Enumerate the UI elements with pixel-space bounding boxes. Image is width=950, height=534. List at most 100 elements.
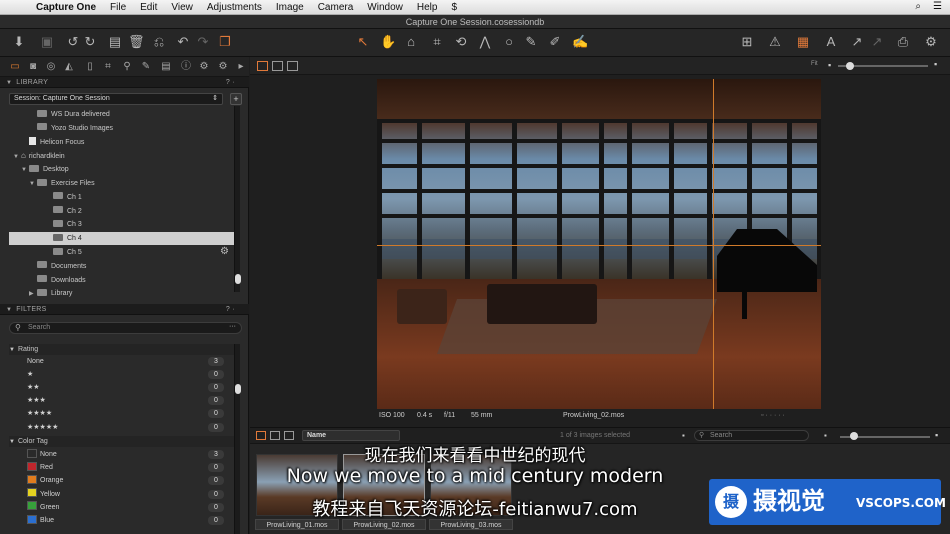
loupe-icon[interactable]: ⌂ <box>404 35 418 49</box>
import-icon[interactable]: ⬇ <box>12 35 26 49</box>
color-tag-filter-row[interactable]: Yellow 0 <box>27 488 227 501</box>
filters-scrollbar[interactable] <box>234 344 241 534</box>
rating-filter-row[interactable]: None 3 <box>27 355 227 368</box>
browser-list-icon[interactable] <box>270 431 280 440</box>
copy-adjustments-icon[interactable]: ❐ <box>218 35 232 49</box>
rating-filter-row[interactable]: ★★★ 0 <box>27 394 227 407</box>
thumb-size-knob[interactable] <box>850 432 858 440</box>
browser-search-input[interactable]: ⚲ Search <box>694 430 809 441</box>
brush-icon[interactable]: ✎ <box>524 35 538 49</box>
reset-icon[interactable]: ⎌ <box>152 35 166 49</box>
composition-tab-icon[interactable]: ⌗ <box>102 61 114 73</box>
rating-filter-row[interactable]: ★★★★★ 0 <box>27 421 227 434</box>
menu-image[interactable]: Image <box>276 2 304 13</box>
collapse-triangle-icon[interactable]: ▼ <box>6 307 12 313</box>
redo-icon[interactable]: ↷ <box>196 35 210 49</box>
script-icon[interactable]: $ <box>451 2 457 13</box>
single-view-icon[interactable] <box>287 61 298 71</box>
notification-icon[interactable]: ☰ <box>933 1 942 12</box>
browser-grid-icon[interactable] <box>256 431 266 440</box>
text-icon[interactable]: A <box>824 35 838 49</box>
filters-section-header[interactable]: ▼ FILTERS ? · <box>0 304 249 315</box>
library-item[interactable]: Ch 2 <box>9 205 234 218</box>
exposure-warning-icon[interactable]: ⚠ <box>768 35 782 49</box>
menu-view[interactable]: View <box>171 2 193 13</box>
library-item[interactable]: ▼ Desktop <box>9 163 234 176</box>
capture-tab-icon[interactable]: ◙ <box>27 61 39 73</box>
output-tab-icon[interactable]: ⚙ <box>198 61 210 73</box>
more-icon[interactable]: ··· <box>229 322 236 332</box>
menu-help[interactable]: Help <box>417 2 438 13</box>
collapse-triangle-icon[interactable]: ▼ <box>9 439 15 445</box>
library-tab-icon[interactable]: ▭ <box>9 61 21 73</box>
rating-filter-row[interactable]: ★★★★ 0 <box>27 407 227 420</box>
color-tag-filter-row[interactable]: Blue 0 <box>27 514 227 527</box>
folder-gear-icon[interactable]: ⚙ <box>220 246 229 257</box>
undo-icon[interactable]: ↶ <box>176 35 190 49</box>
details-tab-icon[interactable]: ⚲ <box>121 61 133 73</box>
filter-search-input[interactable]: ⚲ Search ··· <box>9 322 242 334</box>
crop-icon[interactable]: ⌗ <box>430 35 444 49</box>
help-icon[interactable]: ? · <box>226 77 235 88</box>
grid-icon[interactable]: ⊞ <box>740 35 754 49</box>
metadata-tab-icon[interactable]: ⓘ <box>180 61 192 73</box>
library-item[interactable]: Ch 5 <box>9 246 234 259</box>
library-item[interactable]: Downloads <box>9 274 234 287</box>
eraser-icon[interactable]: ✐ <box>548 35 562 49</box>
main-photo[interactable] <box>377 79 821 409</box>
library-scroll-thumb[interactable] <box>235 274 241 284</box>
menu-capture-one[interactable]: Capture One <box>36 2 96 13</box>
camera-icon[interactable]: ▣ <box>40 35 54 49</box>
menu-file[interactable]: File <box>110 2 126 13</box>
settings-gear-icon[interactable]: ⚙ <box>924 35 938 49</box>
adjustments-tab-icon[interactable]: ▤ <box>160 61 172 73</box>
print-icon[interactable]: ⎙ <box>896 35 910 49</box>
select-cursor-icon[interactable]: ↖ <box>356 35 370 49</box>
color-tag-filter-row[interactable]: Green 0 <box>27 501 227 514</box>
filters-scroll-thumb[interactable] <box>235 384 241 394</box>
add-collection-button[interactable]: + <box>230 93 242 105</box>
library-item[interactable]: Yozo Studio Images <box>9 122 234 135</box>
exposure-tab-icon[interactable]: ▯ <box>84 61 96 73</box>
spotlight-icon[interactable]: ⌕ <box>915 1 921 12</box>
menu-edit[interactable]: Edit <box>140 2 157 13</box>
picker-icon[interactable]: ✍ <box>572 35 588 49</box>
library-section-header[interactable]: ▼ LIBRARY ? · <box>0 77 249 88</box>
library-item[interactable]: Ch 3 <box>9 218 234 231</box>
browser-filmstrip-icon[interactable] <box>284 431 294 440</box>
batch-tab-icon[interactable]: ⚙ <box>217 61 229 73</box>
color-tag-filter-row[interactable]: Red 0 <box>27 461 227 474</box>
zoom-slider-knob[interactable] <box>846 62 854 70</box>
disclosure-triangle-icon[interactable]: ▶ <box>29 288 37 301</box>
rotate-tool-icon[interactable]: ⟲ <box>454 35 468 49</box>
local-adjust-tab-icon[interactable]: ✎ <box>140 61 152 73</box>
library-scrollbar[interactable] <box>234 106 241 292</box>
keystone-icon[interactable]: ⋀ <box>478 35 492 49</box>
library-item[interactable]: Ch 4 <box>9 232 234 246</box>
collapse-triangle-icon[interactable]: ▼ <box>9 347 15 353</box>
zoom-fit-label[interactable]: Fit <box>811 61 818 67</box>
focus-mask-icon[interactable]: ▦ <box>796 35 810 49</box>
rotate-left-icon[interactable]: ↺ <box>66 35 80 49</box>
pan-icon[interactable]: ✋ <box>380 35 396 49</box>
library-item[interactable]: Helicon Focus <box>9 136 234 149</box>
rating-filter-row[interactable]: ★★ 0 <box>27 381 227 394</box>
horizontal-guide-line[interactable] <box>377 245 821 246</box>
list-view-icon[interactable] <box>272 61 283 71</box>
collapse-triangle-icon[interactable]: ▼ <box>6 80 12 86</box>
menu-adjustments[interactable]: Adjustments <box>207 2 262 13</box>
disclosure-triangle-icon[interactable]: ▼ <box>21 164 29 177</box>
more-tabs-icon[interactable]: ▸ <box>235 61 247 73</box>
library-item[interactable]: ▼ Exercise Files <box>9 177 234 190</box>
export-icon[interactable]: ↗ <box>850 35 864 49</box>
trash-icon[interactable]: 🗑 <box>128 35 145 49</box>
spot-removal-icon[interactable]: ○ <box>502 35 516 49</box>
help-icon[interactable]: ? · <box>226 304 235 315</box>
process-icon[interactable]: ▤ <box>108 35 122 49</box>
rating-filter-row[interactable]: ★ 0 <box>27 368 227 381</box>
library-item[interactable]: Documents <box>9 260 234 273</box>
library-item[interactable]: Ch 1 <box>9 191 234 204</box>
menu-window[interactable]: Window <box>367 2 403 13</box>
color-tag-filter-row[interactable]: Orange 0 <box>27 474 227 487</box>
library-item[interactable]: WS Dura delivered <box>9 108 234 121</box>
